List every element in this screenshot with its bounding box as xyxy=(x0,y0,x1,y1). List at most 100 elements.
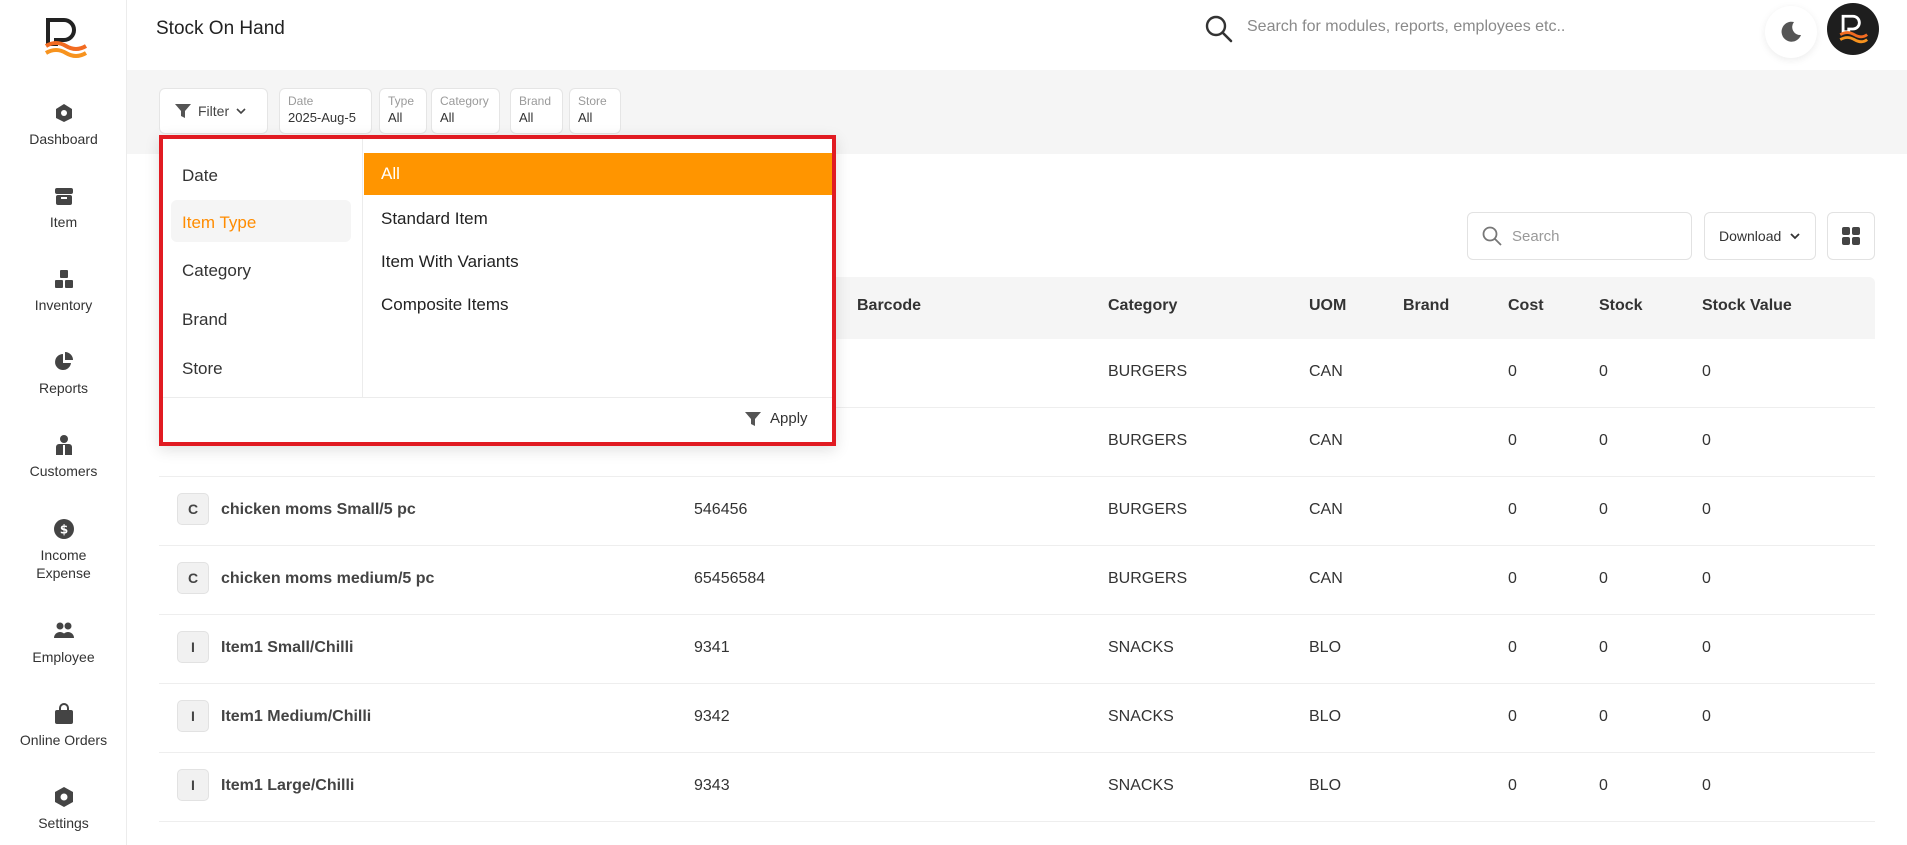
boxes-icon xyxy=(54,270,73,288)
user-avatar[interactable] xyxy=(1827,3,1879,55)
item-initial-badge: I xyxy=(177,700,209,732)
table-row[interactable]: C chicken moms medium/5 pc 65456584 BURG… xyxy=(159,546,1875,615)
stock-value-cell: 0 xyxy=(1702,432,1711,449)
chip-title: Category xyxy=(440,94,489,108)
filter-icon xyxy=(175,104,191,118)
column-header-barcode[interactable]: Barcode xyxy=(857,297,921,315)
column-header-stock[interactable]: Stock xyxy=(1599,297,1643,315)
filter-chip-date[interactable]: Date 2025-Aug-5 xyxy=(279,88,372,134)
table-search-placeholder: Search xyxy=(1512,227,1560,245)
cost-cell: 0 xyxy=(1508,777,1517,794)
box-icon xyxy=(54,188,73,205)
download-button[interactable]: Download xyxy=(1704,212,1816,260)
theme-toggle-button[interactable] xyxy=(1765,6,1817,58)
pie-chart-icon xyxy=(54,352,73,370)
column-header-brand[interactable]: Brand xyxy=(1403,297,1449,315)
uom-cell: CAN xyxy=(1309,501,1343,518)
cost-cell: 0 xyxy=(1508,432,1517,449)
category-cell: BURGERS xyxy=(1108,363,1188,380)
barcode-cell: 65456584 xyxy=(694,570,766,587)
sidebar-item-item[interactable]: Item xyxy=(0,185,127,231)
sidebar-item-label: Reports xyxy=(38,380,89,396)
stock-cell: 0 xyxy=(1599,708,1608,725)
sidebar-item-label: Settings xyxy=(38,815,89,831)
stock-cell: 0 xyxy=(1599,432,1608,449)
column-header-category[interactable]: Category xyxy=(1108,297,1177,315)
item-name-cell[interactable]: Item1 Small/Chilli xyxy=(221,639,353,657)
stock-value-cell: 0 xyxy=(1702,570,1711,587)
stock-cell: 0 xyxy=(1599,639,1608,656)
category-cell: BURGERS xyxy=(1108,432,1188,449)
item-initial-badge: C xyxy=(177,562,209,594)
chevron-down-icon xyxy=(236,108,246,115)
apply-button[interactable]: Apply xyxy=(744,410,808,427)
table-search-input[interactable]: Search xyxy=(1467,212,1692,260)
chip-title: Brand xyxy=(519,94,552,108)
column-header-stock-value[interactable]: Stock Value xyxy=(1702,297,1792,315)
category-cell: BURGERS xyxy=(1108,570,1188,587)
table-row[interactable]: I Item1 Small/Chilli 9341 SNACKS BLO 0 0… xyxy=(159,615,1875,684)
table-row[interactable]: I Item1 Large/Chilli 9343 SNACKS BLO 0 0… xyxy=(159,753,1875,822)
sidebar-item-income-expense[interactable]: $ Income Expense xyxy=(0,518,127,582)
filter-dropdown-panel: Date Item Type Category Brand Store All … xyxy=(159,135,836,446)
avatar-logo-icon xyxy=(1839,14,1869,44)
uom-cell: CAN xyxy=(1309,432,1343,449)
filter-button-label: Filter xyxy=(198,103,230,119)
sidebar-item-label: Income Expense xyxy=(36,547,91,581)
column-header-cost[interactable]: Cost xyxy=(1508,297,1544,315)
chip-value: All xyxy=(440,110,455,125)
filter-chip-brand[interactable]: Brand All xyxy=(510,88,563,134)
filter-group-item-type[interactable]: Item Type xyxy=(182,213,256,233)
filter-group-brand[interactable]: Brand xyxy=(182,310,227,330)
item-name-cell[interactable]: Item1 Medium/Chilli xyxy=(221,708,371,726)
stock-cell: 0 xyxy=(1599,570,1608,587)
page-title: Stock On Hand xyxy=(156,18,285,39)
sidebar-item-inventory[interactable]: Inventory xyxy=(0,268,127,314)
filter-chip-type[interactable]: Type All xyxy=(379,88,427,134)
sidebar-item-customers[interactable]: Customers xyxy=(0,434,127,480)
option-item-with-variants[interactable]: Item With Variants xyxy=(381,252,519,272)
filter-group-date[interactable]: Date xyxy=(182,166,218,186)
item-name-cell[interactable]: chicken moms medium/5 pc xyxy=(221,570,434,588)
table-row[interactable]: I Item1 Medium/Chilli 9342 SNACKS BLO 0 … xyxy=(159,684,1875,753)
settings-icon xyxy=(54,787,73,807)
uom-cell: BLO xyxy=(1309,777,1342,794)
filter-group-category[interactable]: Category xyxy=(182,261,251,281)
stock-value-cell: 0 xyxy=(1702,708,1711,725)
app-logo[interactable] xyxy=(40,14,88,62)
global-search-input[interactable]: Search for modules, reports, employees e… xyxy=(1247,18,1565,36)
sidebar-item-settings[interactable]: Settings xyxy=(0,786,127,832)
filter-option-list: All Standard Item Item With Variants Com… xyxy=(364,139,832,397)
search-icon[interactable] xyxy=(1204,14,1234,44)
sidebar-item-online-orders[interactable]: Online Orders xyxy=(0,703,127,749)
cost-cell: 0 xyxy=(1508,363,1517,380)
sidebar: Dashboard Item Inventory Reports Custome… xyxy=(0,0,127,845)
sidebar-item-employee[interactable]: Employee xyxy=(0,620,127,666)
grid-view-button[interactable] xyxy=(1827,212,1875,260)
option-standard-item[interactable]: Standard Item xyxy=(381,209,488,229)
filter-group-store[interactable]: Store xyxy=(182,359,223,379)
dollar-icon: $ xyxy=(53,519,74,539)
item-name-cell[interactable]: chicken moms Small/5 pc xyxy=(221,501,416,519)
table-row[interactable]: C chicken moms Small/5 pc 546456 BURGERS… xyxy=(159,477,1875,546)
sidebar-item-label: Item xyxy=(49,214,78,230)
moon-icon xyxy=(1781,21,1801,42)
shopping-bag-icon xyxy=(54,703,73,724)
chip-value: 2025-Aug-5 xyxy=(288,110,356,125)
option-all[interactable]: All xyxy=(364,153,832,195)
stock-cell: 0 xyxy=(1599,777,1608,794)
filter-button[interactable]: Filter xyxy=(159,88,268,134)
filter-chip-category[interactable]: Category All xyxy=(431,88,500,134)
sidebar-item-reports[interactable]: Reports xyxy=(0,351,127,397)
filter-chip-store[interactable]: Store All xyxy=(569,88,621,134)
chip-value: All xyxy=(388,110,403,125)
column-header-uom[interactable]: UOM xyxy=(1309,297,1346,315)
sidebar-item-dashboard[interactable]: Dashboard xyxy=(0,102,127,148)
item-name-cell[interactable]: Item1 Large/Chilli xyxy=(221,777,354,795)
uom-cell: BLO xyxy=(1309,639,1342,656)
option-composite-items[interactable]: Composite Items xyxy=(381,295,509,315)
chip-value: All xyxy=(578,110,593,125)
uom-cell: CAN xyxy=(1309,363,1343,380)
employee-icon xyxy=(53,622,74,638)
category-cell: SNACKS xyxy=(1108,639,1174,656)
